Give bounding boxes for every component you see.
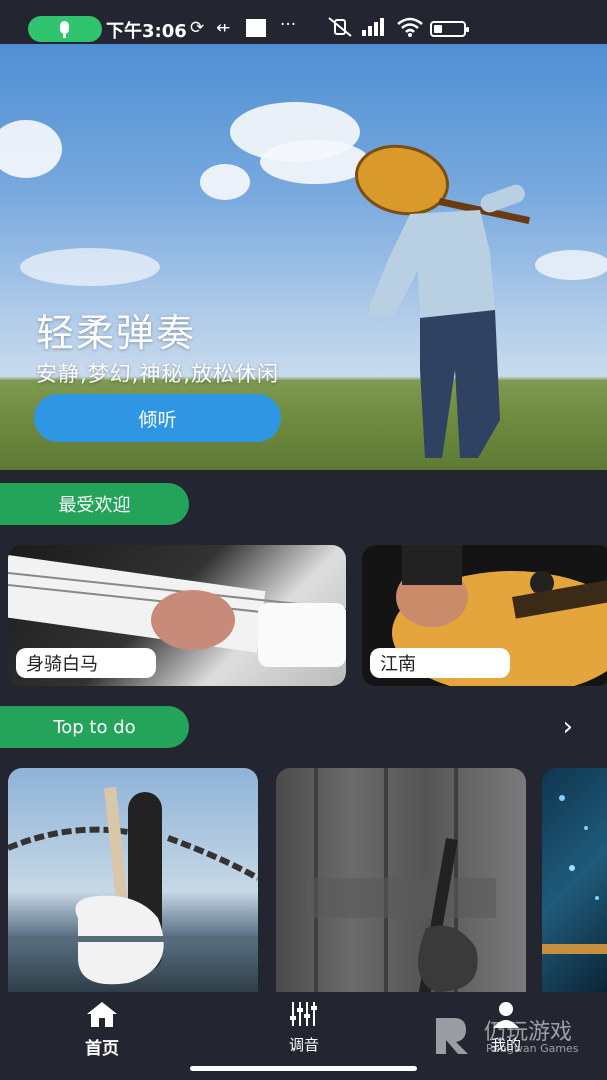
nav-label-tuner: 调音 xyxy=(288,1036,319,1054)
more-dots: ··· xyxy=(280,15,297,35)
sync-icon: ⟳ xyxy=(190,18,205,38)
listen-button[interactable]: 倾听 xyxy=(34,394,281,442)
album-card[interactable] xyxy=(276,768,526,992)
hero-title: 轻柔弹奏 xyxy=(36,311,197,355)
song-card[interactable]: 身骑白马 xyxy=(8,545,346,686)
song-card-label: 身骑白马 xyxy=(16,648,156,678)
equalizer-icon xyxy=(290,1002,317,1026)
watermark-logo-icon xyxy=(436,1018,468,1054)
section-top-header[interactable]: Top to do xyxy=(0,706,189,748)
mic-indicator[interactable] xyxy=(28,16,102,42)
watermark: 仍玩游戏 Rengwan Games xyxy=(432,1012,602,1062)
blue-lights-image xyxy=(542,795,607,954)
hero-subtitle: 安静,梦幻,神秘,放松休闲 xyxy=(36,362,280,386)
nav-item-tuner[interactable]: 调音 xyxy=(244,1000,364,1055)
square-icon xyxy=(246,19,266,37)
watermark-subtitle: Rengwan Games xyxy=(486,1042,579,1055)
chevron-right-icon[interactable]: › xyxy=(563,712,573,742)
section-popular-header[interactable]: 最受欢迎 xyxy=(0,483,189,525)
wifi-icon xyxy=(397,17,423,37)
guitarist-image xyxy=(354,144,530,458)
usb-icon: ⇷ xyxy=(216,18,231,38)
song-card-label: 江南 xyxy=(370,648,510,678)
album-card[interactable] xyxy=(8,768,258,992)
vintage-guitar-image xyxy=(306,768,496,992)
home-indicator[interactable] xyxy=(190,1066,417,1071)
white-guitar-image xyxy=(8,786,258,985)
vibrate-off-icon xyxy=(328,17,352,37)
signal-icon xyxy=(362,18,384,36)
nav-label-home: 首页 xyxy=(85,1039,119,1059)
battery-icon xyxy=(430,21,469,37)
nav-item-home[interactable]: 首页 xyxy=(42,1000,162,1059)
album-card[interactable] xyxy=(542,768,607,992)
status-time: 下午3:06 xyxy=(106,21,187,42)
status-bar: 下午3:06 ⟳ ⇷ ··· xyxy=(0,0,607,44)
hero-banner: 轻柔弹奏 安静,梦幻,神秘,放松休闲 倾听 xyxy=(0,44,607,470)
mic-icon xyxy=(60,21,69,34)
home-icon xyxy=(87,1002,117,1027)
song-card[interactable]: 江南 xyxy=(362,545,607,686)
